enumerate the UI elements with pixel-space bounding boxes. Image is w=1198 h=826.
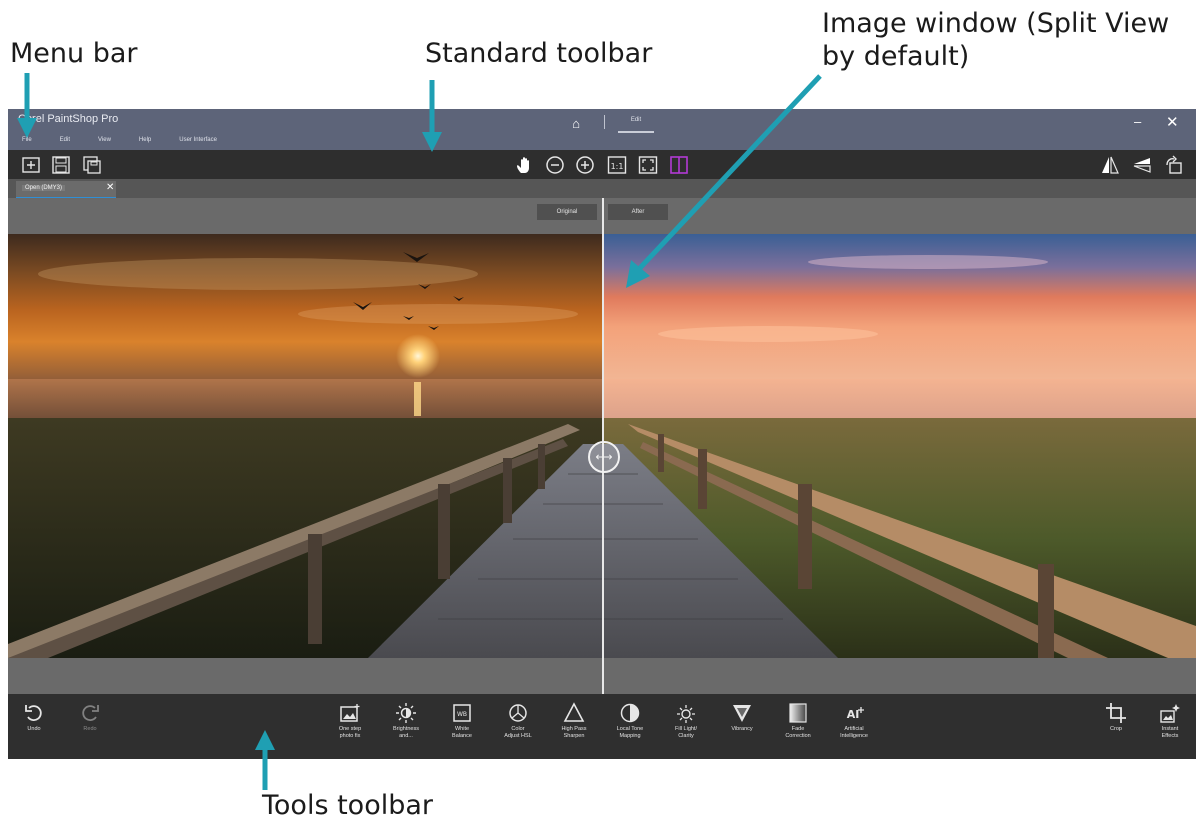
fit-window-icon[interactable] — [638, 155, 658, 175]
vibrancy-icon — [731, 702, 753, 724]
tool-high-pass-sharpen[interactable]: High Pass Sharpen — [550, 702, 598, 740]
instant-effects-button[interactable]: Instant Effects — [1146, 702, 1194, 740]
actual-size-icon[interactable]: 1:1 — [607, 155, 627, 175]
callout-image-window-line2: by default) — [822, 40, 970, 72]
original-label[interactable]: Original — [537, 204, 597, 220]
white-balance-icon: WB — [451, 702, 473, 724]
callout-menu-bar: Menu bar — [10, 38, 138, 69]
callout-standard-toolbar: Standard toolbar — [425, 38, 653, 69]
close-button[interactable]: ✕ — [1166, 113, 1179, 131]
document-tab-name: Open (DMY3) — [22, 185, 66, 191]
document-tab-strip: Open (DMY3) ✕ — [8, 179, 1196, 199]
app-title: Corel PaintShop Pro — [18, 113, 119, 125]
home-icon[interactable]: ⌂ — [568, 116, 584, 131]
pan-hand-icon[interactable] — [515, 155, 535, 175]
tool-color-adjust-hsl[interactable]: Color Adjust HSL — [494, 702, 542, 740]
standard-toolbar: 1:1 — [8, 150, 1196, 179]
tool-label: High Pass Sharpen — [561, 726, 587, 739]
menu-bar: File Edit View Help User Interface — [22, 137, 217, 143]
svg-text:WB: WB — [457, 711, 467, 718]
tool-brightness[interactable]: Brightness and... — [382, 702, 430, 740]
callout-image-window: Image window (Split View by default) — [822, 8, 1169, 74]
tool-label: Vibrancy — [731, 726, 753, 732]
mirror-icon[interactable] — [1132, 155, 1152, 175]
tool-label: Artificial Intelligence — [840, 726, 868, 739]
photo-fix-icon — [339, 702, 361, 724]
open-file-icon[interactable] — [21, 155, 41, 175]
redo-icon — [79, 702, 101, 724]
ai-icon: AI — [843, 702, 865, 724]
application-window: Corel PaintShop Pro File Edit View Help … — [8, 109, 1196, 759]
tool-label: Brightness and... — [393, 726, 419, 739]
svg-text:AI: AI — [847, 708, 860, 721]
title-bar: Corel PaintShop Pro File Edit View Help … — [8, 109, 1196, 150]
undo-label: Undo — [27, 726, 41, 732]
rotate-icon[interactable] — [1164, 155, 1184, 175]
redo-button[interactable]: Redo — [66, 702, 114, 733]
tool-artificial-intelligence[interactable]: AI Artificial Intelligence — [830, 702, 878, 740]
tool-fill-light-clarity[interactable]: Fill Light/ Clarity — [662, 702, 710, 740]
crop-icon — [1105, 702, 1127, 724]
tool-label: Local Tone Mapping — [616, 726, 644, 739]
undo-button[interactable]: Undo — [10, 702, 58, 733]
split-handle-icon[interactable]: ⟷ — [588, 441, 620, 473]
callout-tools-toolbar: Tools toolbar — [262, 790, 434, 821]
tab-edit-underline — [618, 131, 654, 133]
tool-one-step-photo-fix[interactable]: One step photo fix — [326, 702, 374, 740]
tone-mapping-icon — [619, 702, 641, 724]
menu-help[interactable]: Help — [139, 137, 151, 143]
sharpen-icon — [563, 702, 585, 724]
menu-edit[interactable]: Edit — [60, 137, 70, 143]
image-window: Original After ⟷ — [8, 198, 1196, 694]
save-as-icon[interactable] — [82, 155, 102, 175]
tool-label: White Balance — [452, 726, 472, 739]
document-tab[interactable]: Open (DMY3) ✕ — [16, 181, 116, 199]
tool-fade-correction[interactable]: Fade Correction — [774, 702, 822, 740]
tool-label: Fill Light/ Clarity — [674, 726, 697, 739]
close-tab-icon[interactable]: ✕ — [106, 182, 114, 193]
tool-label: One step photo fix — [338, 726, 362, 739]
mode-separator — [604, 115, 605, 129]
tools-toolbar: Undo Redo One step photo fix Brightness … — [8, 694, 1196, 759]
menu-view[interactable]: View — [98, 137, 111, 143]
color-hsl-icon — [507, 702, 529, 724]
after-label[interactable]: After — [608, 204, 668, 220]
minimize-button[interactable]: – — [1134, 114, 1141, 129]
tool-label: Color Adjust HSL — [504, 726, 532, 739]
zoom-in-icon[interactable] — [575, 155, 595, 175]
save-icon[interactable] — [51, 155, 71, 175]
crop-button[interactable]: Crop — [1092, 702, 1140, 733]
tab-edit[interactable]: Edit — [618, 117, 654, 131]
redo-label: Redo — [83, 726, 97, 732]
brightness-icon — [395, 702, 417, 724]
callout-image-window-line1: Image window (Split View — [822, 8, 1170, 39]
zoom-out-icon[interactable] — [545, 155, 565, 175]
tool-vibrancy[interactable]: Vibrancy — [718, 702, 766, 733]
undo-icon — [23, 702, 45, 724]
tool-white-balance[interactable]: WB White Balance — [438, 702, 486, 740]
menu-user-interface[interactable]: User Interface — [179, 137, 217, 143]
svg-text:1:1: 1:1 — [611, 162, 624, 171]
crop-label: Crop — [1110, 726, 1122, 732]
tool-local-tone-mapping[interactable]: Local Tone Mapping — [606, 702, 654, 740]
instant-effects-icon — [1159, 702, 1181, 724]
instant-effects-label: Instant Effects — [1161, 726, 1179, 739]
fill-light-icon — [675, 702, 697, 724]
menu-file[interactable]: File — [22, 137, 32, 143]
flip-icon[interactable] — [1100, 155, 1120, 175]
fade-correction-icon — [787, 702, 809, 724]
tool-label: Fade Correction — [785, 726, 811, 739]
split-view-icon[interactable] — [669, 155, 689, 175]
